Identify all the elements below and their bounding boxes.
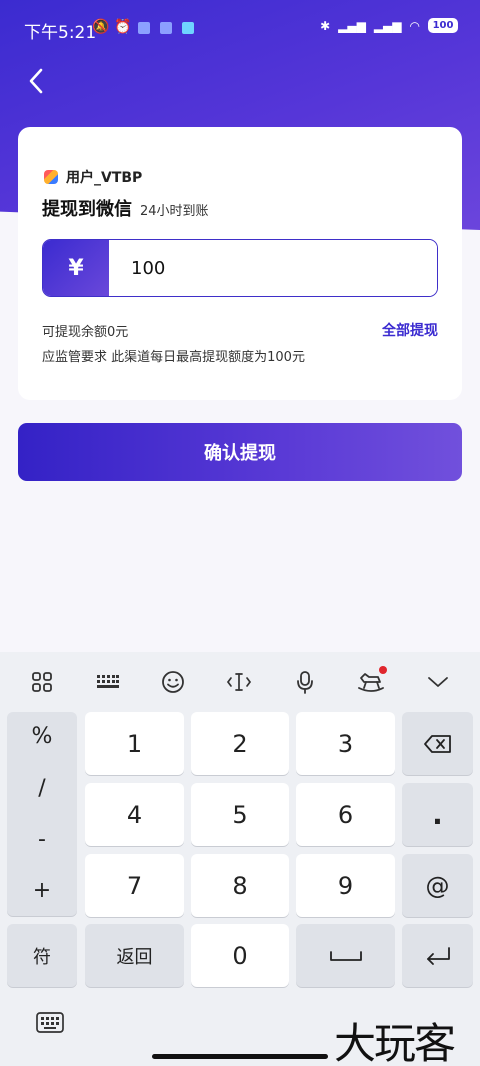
app-logo-icon — [44, 170, 58, 184]
status-bar: 下午5:21 🔕 ⏰ ✱ ▂▄▆ ▂▄▆ ◠ 100 — [0, 0, 480, 58]
key-6[interactable]: 6 — [296, 783, 395, 846]
app-notification-icon — [138, 22, 150, 34]
signal-icon: ▂▄▆ — [338, 18, 366, 33]
key-7[interactable]: 7 — [85, 854, 184, 917]
withdraw-card: 用户_VTBP 提现到微信 24小时到账 ¥ 可提现余额0元 全部提现 应监管要… — [18, 127, 462, 400]
arrival-time-note: 24小时到账 — [140, 204, 209, 219]
microphone-icon[interactable] — [289, 666, 321, 698]
keyboard-toolbar — [0, 652, 480, 710]
symbols-key[interactable]: 符 — [7, 924, 77, 987]
slash-key[interactable]: / — [7, 776, 77, 801]
plus-key[interactable]: + — [7, 878, 77, 903]
back-button[interactable] — [24, 66, 54, 96]
app-notification-icon — [160, 22, 172, 34]
bluetooth-icon: ✱ — [320, 18, 331, 33]
key-4[interactable]: 4 — [85, 783, 184, 846]
key-8[interactable]: 8 — [191, 854, 289, 917]
collapse-keyboard-icon[interactable] — [422, 666, 454, 698]
keyboard-switch-icon[interactable] — [92, 666, 124, 698]
status-time: 下午5:21 — [24, 23, 97, 43]
key-1[interactable]: 1 — [85, 712, 184, 775]
keyboard-icon[interactable] — [35, 1010, 65, 1036]
at-key[interactable]: @ — [402, 854, 473, 917]
confirm-withdraw-button[interactable]: 确认提现 — [18, 423, 462, 481]
alarm-icon: ⏰ — [114, 19, 132, 35]
dot-key[interactable]: . — [402, 783, 473, 846]
key-2[interactable]: 2 — [191, 712, 289, 775]
signal-icon: ▂▄▆ — [373, 18, 402, 33]
emoji-icon[interactable] — [157, 666, 189, 698]
mute-notification-icon: 🔕 — [92, 19, 110, 35]
user-name: 用户_VTBP — [66, 170, 143, 186]
backspace-icon — [423, 734, 451, 753]
key-5[interactable]: 5 — [191, 783, 289, 846]
key-0[interactable]: 0 — [191, 924, 289, 987]
back-key[interactable]: 返回 — [85, 924, 184, 987]
limit-notice: 应监管要求 此渠道每日最高提现额度为100元 — [42, 350, 305, 365]
user-row: 用户_VTBP — [44, 167, 142, 187]
text-cursor-icon[interactable] — [223, 666, 255, 698]
percent-key[interactable]: % — [7, 724, 77, 749]
minus-key[interactable]: - — [7, 827, 77, 852]
symbol-column[interactable]: % / - + — [7, 712, 77, 916]
notification-dot — [379, 666, 387, 674]
balance-text: 可提现余额0元 — [42, 325, 129, 340]
apps-grid-icon[interactable] — [26, 666, 58, 698]
battery-icon: 100 — [428, 18, 458, 33]
page-title: 提现到微信 — [42, 199, 132, 220]
amount-field[interactable]: ¥ — [42, 239, 438, 297]
enter-icon — [426, 946, 450, 965]
enter-key[interactable] — [402, 924, 473, 987]
watermark-text: 大玩客 — [334, 1019, 456, 1066]
title-row: 提现到微信 24小时到账 — [42, 195, 209, 221]
home-indicator[interactable] — [152, 1054, 328, 1059]
withdraw-all-link[interactable]: 全部提现 — [382, 320, 438, 340]
amount-input[interactable] — [109, 240, 437, 296]
backspace-key[interactable] — [402, 712, 473, 775]
chevron-left-icon — [29, 68, 43, 94]
space-icon — [329, 950, 362, 961]
yen-icon: ¥ — [43, 240, 109, 296]
space-key[interactable] — [296, 924, 395, 987]
rocking-horse-icon[interactable] — [355, 666, 387, 698]
wifi-icon: ◠ — [409, 18, 420, 33]
key-9[interactable]: 9 — [296, 854, 395, 917]
app-notification-icon — [182, 22, 194, 34]
keyboard: % / - + 1 2 3 4 5 6 . 7 8 9 @ 符 返回 0 — [0, 652, 480, 1066]
key-3[interactable]: 3 — [296, 712, 395, 775]
